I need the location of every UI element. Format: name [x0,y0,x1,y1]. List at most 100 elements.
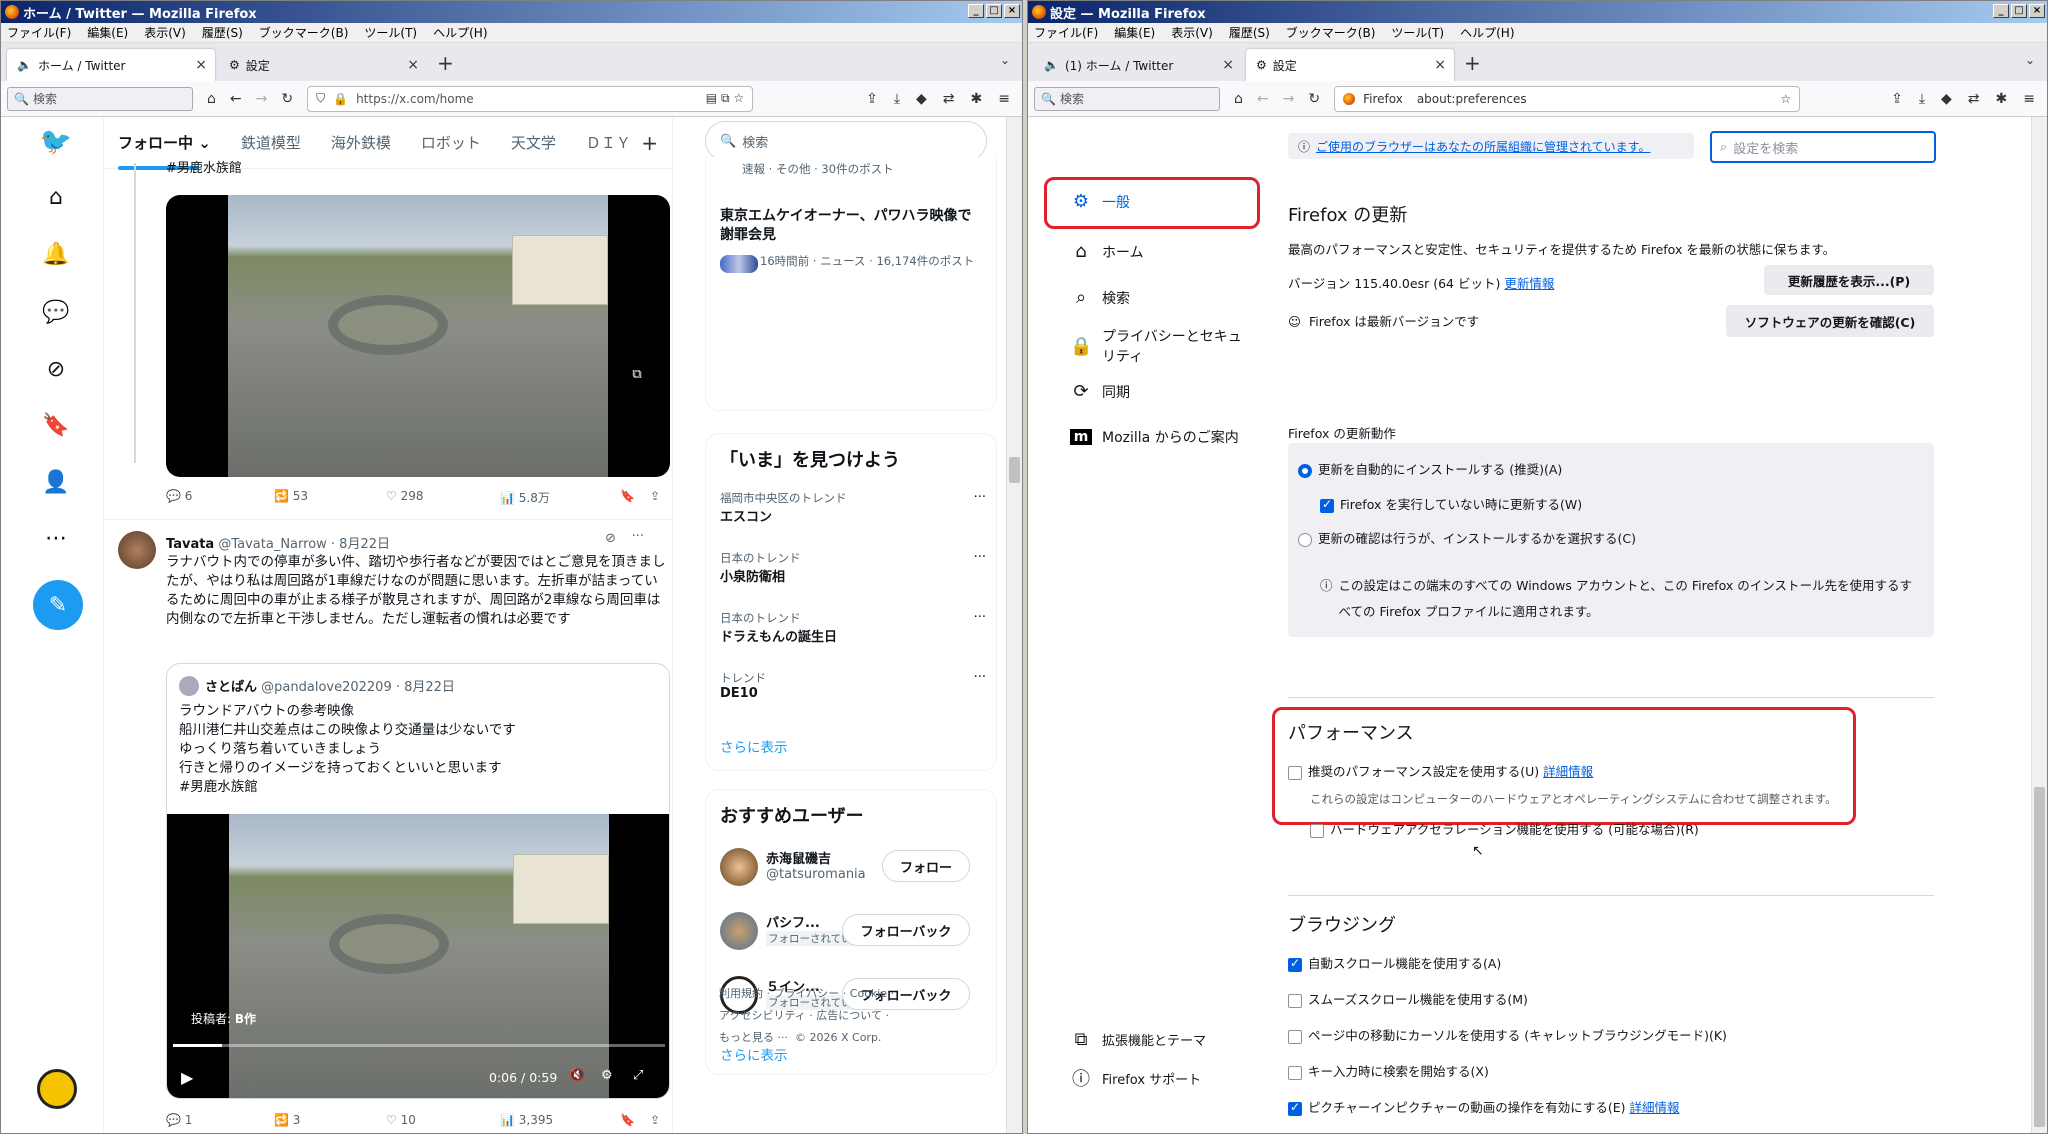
back-icon[interactable]: ← [1257,91,1269,107]
smooth-scroll-checkbox[interactable]: スムーズスクロール機能を使用する(M) [1288,989,1528,1008]
follow-button[interactable]: フォロー [882,850,970,882]
reload-icon[interactable]: ↻ [1308,91,1320,107]
share-icon[interactable]: ⇪ [866,91,878,107]
category-search[interactable]: ⌕ 検索 [1070,287,1130,308]
avatar[interactable] [720,848,758,886]
menu-icon[interactable]: ≡ [2023,91,2035,107]
bookmark-icon[interactable]: 🔖 [620,1113,650,1127]
home-icon[interactable]: ⌂ [1234,91,1243,107]
avatar[interactable] [720,912,758,950]
close-tab-icon[interactable]: × [195,57,207,73]
quote-video[interactable]: 投稿者: B作 ▶ 0:06 / 0:59 🔇 ⚙ ⤢ [167,814,669,1098]
learn-more-link[interactable]: 詳細情報 [1630,1100,1680,1115]
new-tab-button[interactable]: + [431,51,460,75]
grok-icon[interactable]: ⊘ [605,531,616,546]
maximize-button[interactable]: □ [986,4,1002,18]
download-icon[interactable]: ⤓ [1919,91,1925,107]
menu-help[interactable]: ヘルプ(H) [1460,24,1514,41]
check-for-updates-button[interactable]: ソフトウェアの更新を確認(C) [1726,305,1934,337]
more-link[interactable]: もっと見る ··· [719,1031,788,1044]
scrollbar[interactable] [2031,117,2047,1133]
addon-icon[interactable]: ✱ [971,91,983,107]
more-icon[interactable]: ··· [974,490,986,505]
extension-icon[interactable]: ◆ [1941,91,1952,107]
avatar[interactable] [118,531,156,569]
menu-history[interactable]: 履歴(S) [1229,24,1270,41]
show-more-link[interactable]: さらに表示 [720,736,788,756]
tab-railway-models[interactable]: 鉄道模型 [241,132,301,153]
close-button[interactable]: × [1004,4,1020,18]
addon-icon[interactable]: ✱ [1996,91,2008,107]
show-update-history-button[interactable]: 更新履歴を表示...(P) [1764,265,1934,295]
menu-file[interactable]: ファイル(F) [7,24,71,41]
views-button[interactable]: 📊 3,395 [500,1113,620,1127]
cookie-link[interactable]: Cookie [850,987,887,1000]
release-notes-link[interactable]: 更新情報 [1504,276,1554,291]
mute-icon[interactable]: 🔇 [569,1068,585,1083]
terms-link[interactable]: 利用規約 [719,987,763,1000]
quote-tweet[interactable]: さとぱん @pandalove202209 · 8月22日 ラウンドアバウトの参… [166,663,670,1099]
tab-diy[interactable]: ＤＩＹ [586,132,631,153]
tab-twitter[interactable]: 🔈 ホーム / Twitter × [7,49,215,81]
home-icon[interactable]: ⌂ [41,182,71,212]
more-icon[interactable]: ··· [974,550,986,565]
grok-icon[interactable]: ⊘ [41,354,71,384]
forward-icon[interactable]: → [256,91,268,107]
add-tab-icon[interactable]: + [641,131,658,155]
retweet-button[interactable]: 🔁 53 [274,489,386,506]
list-tabs-icon[interactable]: ⌄ [2025,53,2035,67]
menu-view[interactable]: 表示(V) [1171,24,1213,41]
bookmark-star-icon[interactable]: ☆ [1780,92,1791,106]
search-input[interactable]: 🔍 検索 [7,86,193,111]
share-icon[interactable]: ⇪ [650,1113,660,1127]
settings-icon[interactable]: ⚙ [601,1068,613,1083]
category-privacy[interactable]: 🔒 プライバシーとセキュリティ [1070,327,1250,367]
more-icon[interactable]: ⋯ [41,523,71,553]
reply-button[interactable]: 💬 6 [166,489,274,506]
trend-item[interactable]: 日本のトレンド ドラえもんの誕生日 ··· [720,610,986,645]
more-icon[interactable]: ··· [974,610,986,625]
extensions-themes-link[interactable]: ⧉ 拡張機能とテーマ [1070,1029,1206,1050]
twitter-logo-icon[interactable]: 🐦 [40,127,72,157]
bookmark-icon[interactable]: 🔖 [41,410,71,440]
close-tab-icon[interactable]: × [407,57,419,73]
follow-back-button[interactable]: フォローバック [842,914,970,946]
list-tabs-icon[interactable]: ⌄ [1000,53,1010,67]
notifications-icon[interactable]: 🔔 [41,239,71,269]
firefox-support-link[interactable]: ⓘ Firefox サポート [1070,1065,1201,1091]
scrollbar-thumb[interactable] [1009,457,1020,483]
tab-following[interactable]: フォロー中 ⌄ [118,132,211,170]
forward-icon[interactable]: → [1283,91,1295,107]
search-on-type-checkbox[interactable]: キー入力時に検索を開始する(X) [1288,1061,1489,1080]
home-icon[interactable]: ⌂ [207,91,216,107]
close-tab-icon[interactable]: × [1222,57,1234,73]
video-progress[interactable] [173,1044,665,1047]
trend-item[interactable]: トレンド DE10 ··· [720,670,986,701]
check-only-radio[interactable]: 更新の確認は行うが、インストールするかを選択する(C) [1298,528,1636,547]
maximize-button[interactable]: □ [2011,4,2027,18]
tab-overseas-models[interactable]: 海外鉄模 [331,132,391,153]
reload-icon[interactable]: ↻ [281,91,293,107]
url-bar[interactable]: Firefox about:preferences ☆ [1334,85,1801,112]
trend-news-title[interactable]: 東京エムケイオーナー、パワハラ映像で謝罪会見 [720,207,980,245]
reply-button[interactable]: 💬 1 [166,1113,274,1127]
privacy-link[interactable]: プライバシー [774,987,840,1000]
bookmark-icon[interactable]: 🔖 [620,489,650,506]
author-name[interactable]: Tavata [166,537,214,552]
extension-icon[interactable]: ◆ [916,91,927,107]
back-icon[interactable]: ← [230,91,242,107]
trend-item[interactable]: 福岡市中央区のトレンド エスコン ··· [720,490,986,525]
menu-bookmarks[interactable]: ブックマーク(B) [1286,24,1376,41]
menu-file[interactable]: ファイル(F) [1034,24,1098,41]
pip-controls-checkbox[interactable]: ピクチャーインピクチャーの動画の操作を有効にする(E) 詳細情報 [1288,1097,1680,1116]
background-update-checkbox[interactable]: Firefox を実行していない時に更新する(W) [1320,494,1582,513]
recommended-performance-checkbox[interactable]: 推奨のパフォーマンス設定を使用する(U) 詳細情報 [1288,761,1593,780]
messages-icon[interactable]: 💬 [41,297,71,327]
tab-settings[interactable]: ⚙ 設定 × [219,49,427,81]
accessibility-link[interactable]: アクセシビリティ [719,1009,806,1022]
translate-icon[interactable]: ⇄ [943,91,955,107]
picture-in-picture-icon[interactable]: ⧉ [622,359,652,389]
search-input[interactable]: 🔍 検索 [1034,86,1220,111]
category-mozilla[interactable]: m Mozilla からのご案内 [1070,427,1239,447]
more-icon[interactable]: ··· [974,670,986,685]
